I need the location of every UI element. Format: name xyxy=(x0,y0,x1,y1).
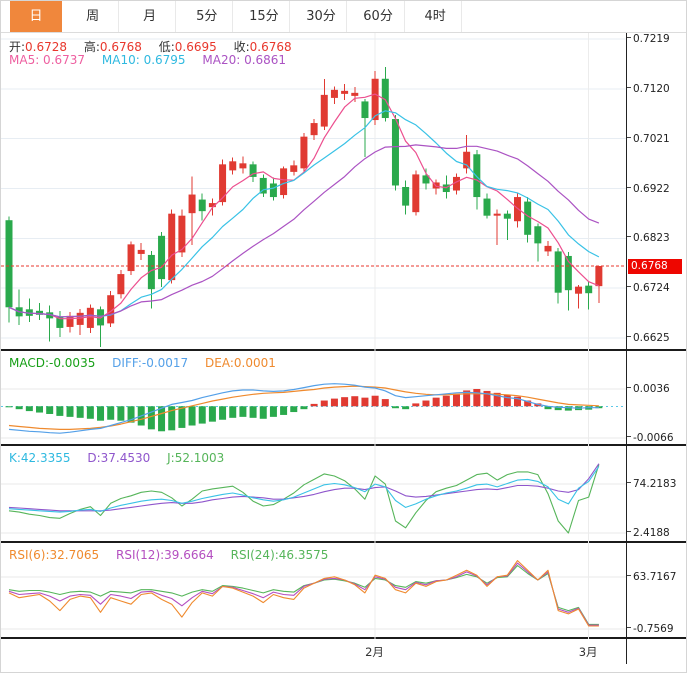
rsi-y-axis: 63.7167 -0.7569 xyxy=(626,543,686,637)
kdj-panel: K:42.3355 D:37.4530 J:52.1003 74.21832.4… xyxy=(1,446,686,543)
tab-day[interactable]: 日 xyxy=(10,1,62,32)
tab-month[interactable]: 月 xyxy=(124,1,176,32)
y-axis-label: 0.6922 xyxy=(627,182,670,196)
tab-60min[interactable]: 60分 xyxy=(353,1,405,32)
tick-mark xyxy=(627,436,631,437)
tick-mark xyxy=(627,387,631,388)
y-axis-label: -0.7569 xyxy=(627,622,674,636)
macd-y-axis: 0.0036 -0.0066 xyxy=(626,351,686,444)
tick-mark xyxy=(627,187,631,188)
tick-mark xyxy=(627,336,631,337)
tab-4hour[interactable]: 4时 xyxy=(410,1,462,32)
tab-30min[interactable]: 30分 xyxy=(295,1,347,32)
tick-mark xyxy=(627,137,631,138)
y-axis-label: 0.0036 xyxy=(627,382,670,396)
tick-mark xyxy=(627,236,631,237)
y-axis-label: 0.6823 xyxy=(627,231,670,245)
y-axis-label: 0.6625 xyxy=(627,331,670,345)
macd-plot[interactable] xyxy=(1,351,626,450)
kdj-y-axis: 74.2183 2.4188 xyxy=(626,446,686,541)
rsi-plot[interactable] xyxy=(1,543,626,643)
tick-mark xyxy=(627,87,631,88)
y-axis-label: 74.2183 xyxy=(627,477,676,491)
y-axis-label: 2.4188 xyxy=(627,526,670,540)
y-axis-label: 0.7021 xyxy=(627,132,670,146)
tick-mark xyxy=(627,37,631,38)
rsi-panel: RSI(6):32.7065 RSI(12):39.6664 RSI(24):4… xyxy=(1,543,686,639)
tick-mark xyxy=(627,627,631,628)
candlestick-plot[interactable] xyxy=(1,33,626,355)
y-axis-label: 63.7167 xyxy=(627,570,676,584)
chart-app: 日 周 月 5分 15分 30分 60分 4时 开:0.6728 高:0.676… xyxy=(0,0,687,673)
y-axis-label: 0.7120 xyxy=(627,82,670,96)
last-price-badge: 0.6768 xyxy=(628,259,682,274)
tick-mark xyxy=(627,482,631,483)
month-label: 2月 xyxy=(365,644,384,660)
month-label: 3月 xyxy=(579,644,598,660)
x-axis-corner xyxy=(626,639,686,664)
tab-15min[interactable]: 15分 xyxy=(238,1,290,32)
main-y-axis: 0.6768 0.7219 0.7120 0.7021 0.6922 0.6823 0.6… xyxy=(626,33,686,349)
y-axis-label: 0.6724 xyxy=(627,281,670,295)
x-axis-row: 2月 3月 xyxy=(1,639,686,664)
kdj-plot[interactable] xyxy=(1,446,626,547)
macd-panel: MACD:-0.0035 DIFF:-0.0017 DEA:0.0001 0.0… xyxy=(1,351,686,446)
tick-mark xyxy=(627,286,631,287)
period-tabbar: 日 周 月 5分 15分 30分 60分 4时 xyxy=(1,1,686,33)
tab-5min[interactable]: 5分 xyxy=(181,1,233,32)
y-axis-label: 0.7219 xyxy=(627,32,670,46)
tab-week[interactable]: 周 xyxy=(67,1,119,32)
tick-mark xyxy=(627,531,631,532)
tick-mark xyxy=(627,575,631,576)
main-chart-panel: 开:0.6728 高:0.6768 低:0.6695 收:0.6768 MA5:… xyxy=(1,33,686,351)
y-axis-label: -0.0066 xyxy=(627,431,674,445)
